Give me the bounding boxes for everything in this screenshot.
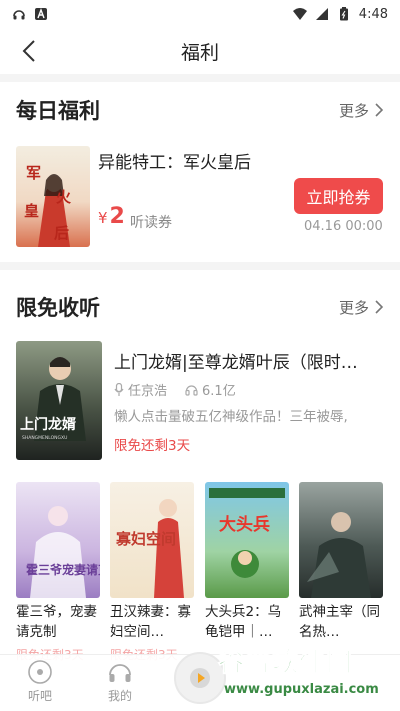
watermark-text: 谷普软件园	[217, 648, 354, 679]
chevron-right-icon	[375, 300, 384, 314]
price-symbol: ¥	[98, 209, 108, 227]
microphone-icon	[114, 382, 124, 396]
cover-art: 军 火 皇 后	[24, 164, 72, 247]
headphone-icon	[185, 385, 198, 396]
grab-coupon-button[interactable]: 立即抢券	[294, 178, 383, 214]
cover-title-text: 大头兵	[219, 514, 270, 535]
daily-book-cover[interactable]: 军 火 皇 后	[16, 146, 90, 247]
featured-meta: 任京浩 6.1亿	[114, 380, 236, 399]
free-more-link[interactable]: 更多	[339, 297, 384, 318]
play-icon	[190, 668, 210, 688]
tab-mine-label: 我的	[107, 689, 132, 703]
back-button[interactable]	[14, 36, 44, 66]
page-title: 福利	[180, 41, 219, 64]
status-bar: 4:48	[0, 0, 400, 28]
tab-listen-label: 听吧	[27, 689, 52, 703]
headset-status-icon	[13, 10, 25, 20]
disc-icon	[28, 660, 52, 684]
featured-book-title[interactable]: 上门龙婿|至尊龙婿叶辰（限时…	[114, 348, 384, 373]
cover-title-text: 寡妇空间	[115, 530, 176, 548]
section-divider	[0, 262, 400, 270]
watermark-url: www.gupuxlazai.com	[224, 682, 379, 697]
featured-cover-pinyin: SHANGMENLONGXU	[22, 435, 67, 441]
signal-icon	[315, 8, 328, 20]
featured-description: 懒人点击量破五亿神级作品！三年被辱,	[114, 409, 348, 425]
daily-more-label: 更多	[338, 101, 369, 120]
coupon-date: 04.16 00:00	[304, 219, 383, 234]
daily-book-title[interactable]: 异能特工：军火皇后	[98, 148, 251, 173]
featured-book-cover[interactable]: 上门龙婿 SHANGMENLONGXU	[16, 341, 102, 460]
cover-art: 霍三爷宠妻请克制	[26, 506, 100, 598]
book-name: 大头兵2：乌龟铠甲｜…	[205, 604, 282, 640]
book-name: 丑汉辣妻：寡妇空间…	[110, 604, 191, 640]
price: ¥ 2	[98, 204, 125, 229]
book-name: 武神主宰（同名热…	[299, 604, 380, 640]
app-status-icon	[35, 8, 47, 20]
book-cover: 大头兵	[205, 482, 289, 598]
author-name: 任京浩	[128, 384, 168, 399]
cover-art	[307, 512, 371, 598]
book-name: 霍三爷，宠妻请克制	[16, 604, 97, 640]
cover-art: 寡妇空间	[115, 499, 184, 598]
featured-countdown: 限免还剩3天	[114, 438, 191, 454]
status-time: 4:48	[358, 6, 388, 22]
battery-icon	[339, 7, 348, 21]
featured-cover-title: 上门龙婿	[20, 416, 77, 433]
cover-title-text: 霍三爷宠妻请克制	[26, 562, 100, 577]
svg-text:军: 军	[26, 164, 41, 182]
nav-divider	[0, 74, 400, 82]
chevron-left-icon	[22, 40, 35, 62]
svg-text:火: 火	[56, 188, 72, 206]
free-section-title: 限免收听	[16, 296, 100, 320]
author-meta: 任京浩	[114, 380, 167, 399]
daily-section-header: 每日福利 更多	[0, 90, 400, 130]
watermark: 谷普软件园 www.gupuxlazai.com	[214, 642, 400, 702]
daily-more-link[interactable]: 更多	[339, 100, 384, 121]
book-cover: 霍三爷宠妻请克制	[16, 482, 100, 598]
price-value: 2	[109, 204, 125, 229]
nav-bar: 福利	[0, 28, 400, 74]
coupon-label: 听读券	[130, 215, 172, 231]
tab-listen[interactable]: 听吧	[10, 659, 70, 704]
chevron-right-icon	[375, 103, 384, 117]
cover-art: 大头兵	[209, 488, 285, 578]
plays-meta: 6.1亿	[185, 380, 236, 399]
free-more-label: 更多	[338, 298, 369, 317]
play-count: 6.1亿	[202, 384, 236, 399]
headphone-icon	[109, 664, 131, 682]
book-cover	[299, 482, 383, 598]
free-section-header: 限免收听 更多	[0, 287, 400, 327]
cover-art: 上门龙婿 SHANGMENLONGXU	[20, 357, 86, 441]
svg-text:皇: 皇	[24, 202, 39, 220]
svg-text:后: 后	[54, 224, 69, 242]
daily-section-title: 每日福利	[16, 99, 100, 123]
wifi-icon	[292, 8, 307, 20]
tab-mine[interactable]: 我的	[90, 659, 150, 704]
book-cover: 寡妇空间	[110, 482, 194, 598]
